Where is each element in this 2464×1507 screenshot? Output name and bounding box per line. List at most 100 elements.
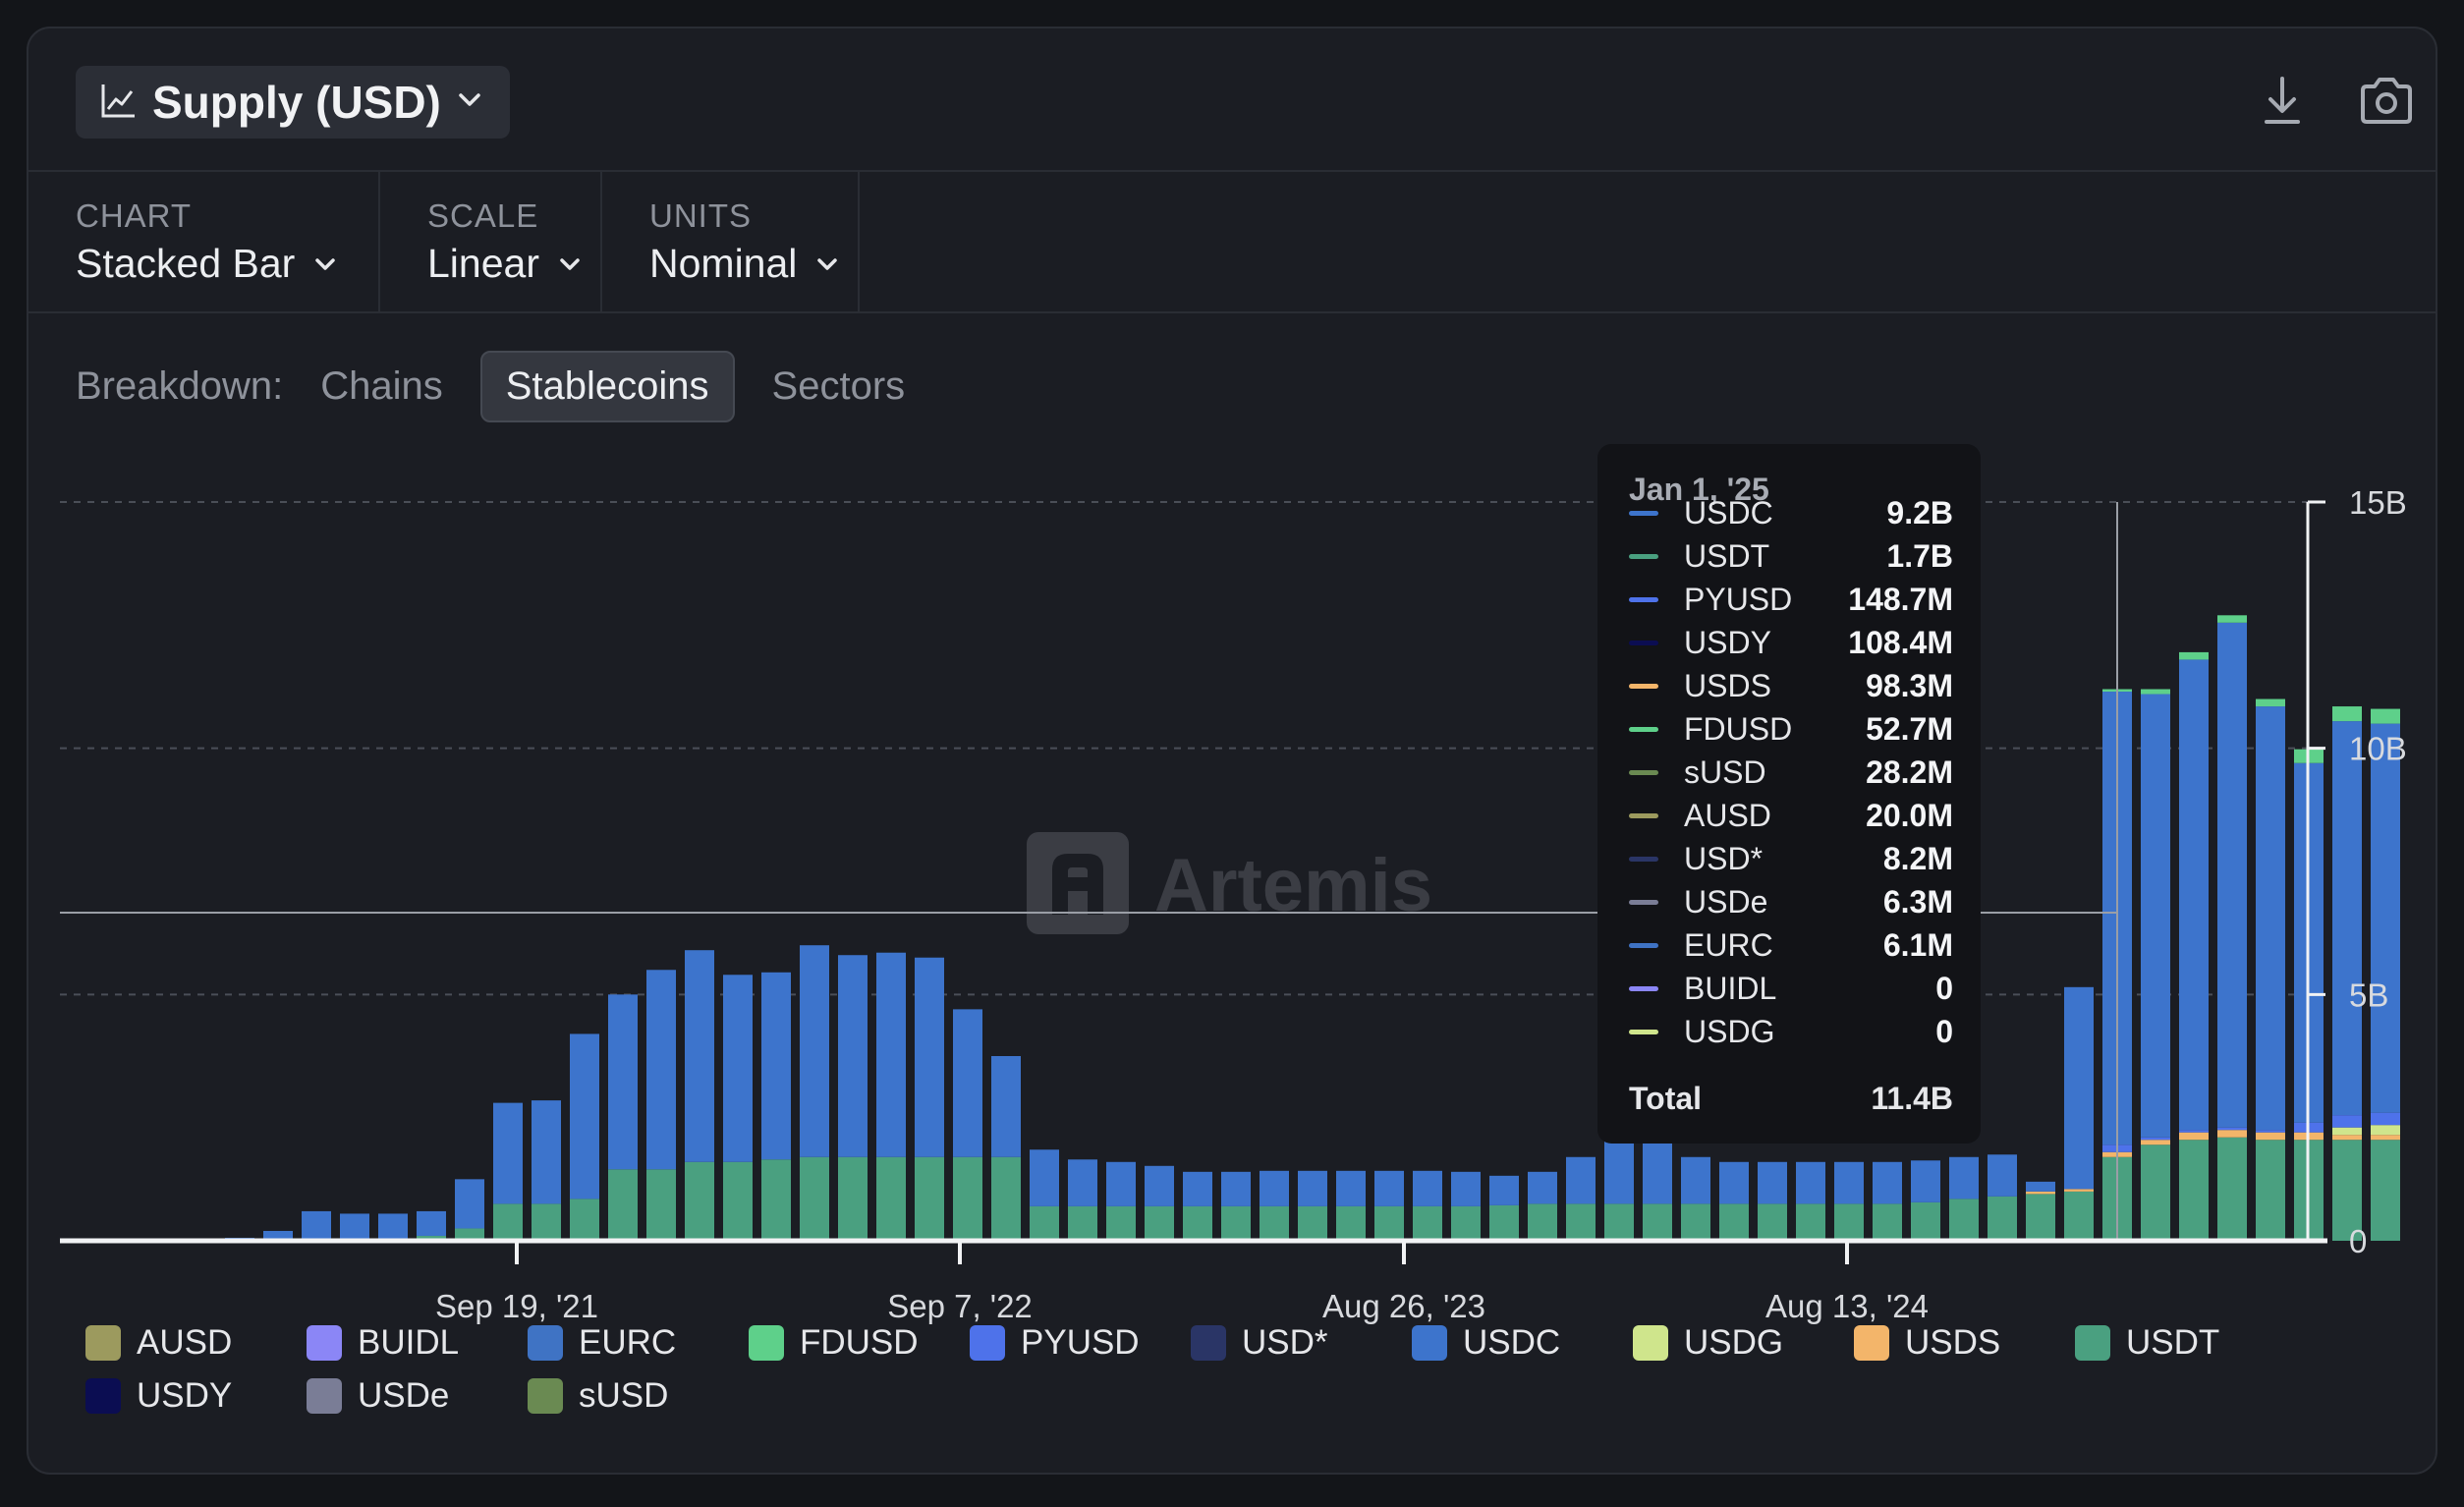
bar-segment [1374,1170,1404,1206]
x-tick-label: Sep 19, '21 [435,1288,598,1324]
bar-segment [2179,1132,2209,1141]
bar-segment [1260,1170,1289,1206]
legend-label: USDG [1684,1323,1784,1362]
bar-segment [991,1056,1021,1157]
legend-label: USDS [1905,1323,2001,1362]
bar-segment [1374,1205,1404,1241]
bar-segment [2141,689,2170,695]
bar-segment [1528,1203,1557,1241]
tooltip-series-name: USDe [1684,883,1768,920]
chart-type-value: Stacked Bar [76,241,296,286]
legend-item[interactable]: USDT [2075,1323,2219,1363]
bar-segment [532,1100,561,1204]
tooltip-row: USDe 6.3M [1629,880,1953,923]
tooltip-row: sUSD 28.2M [1629,751,1953,794]
tooltip-row: USDT 1.7B [1629,534,1953,578]
legend-swatch [85,1325,121,1361]
bar-segment [302,1210,331,1239]
bar-segment [2371,1125,2400,1136]
tooltip-series-name: USDS [1684,667,1771,703]
bar-segment [685,950,714,1162]
bar-segment [2217,1137,2247,1241]
scale-control[interactable]: SCALE Linear [380,172,602,311]
bar-segment [1604,1140,1634,1204]
bar-segment [570,1033,599,1200]
tab-chains[interactable]: Chains [320,364,443,409]
tooltip-series-name: USD* [1684,840,1764,876]
bar-segment [2371,723,2400,1113]
legend-swatch [1412,1325,1447,1361]
metric-selector-button[interactable]: Supply (USD) [76,66,510,139]
x-tick-label: Sep 7, '22 [887,1288,1033,1324]
bar-segment [1681,1156,1710,1204]
y-tick-label: 5B [2349,977,2388,1013]
legend-swatch [1633,1325,1668,1361]
bar-segment [2332,1135,2362,1141]
tooltip-series-value: 0 [1935,970,1953,1006]
legend-item[interactable]: PYUSD [970,1323,1140,1363]
bar-segment [838,955,868,1157]
bar-segment [2141,1137,2170,1141]
series-color-swatch [1629,596,1658,602]
bar-segment [2026,1194,2055,1241]
legend-swatch [749,1325,784,1361]
stacked-bar-chart: 0 5B 10B 15B Sep 19, '21 Sep 7, '22 Aug 26, '2… [60,484,2407,1324]
bar-segment [646,970,676,1170]
units-label: UNITS [649,197,752,234]
y-tick-label: 10B [2349,731,2407,767]
legend-item[interactable]: USDS [1854,1323,2000,1363]
legend-item[interactable]: USDG [1633,1323,1783,1363]
bar-segment [2256,706,2285,1131]
bar-segment [1260,1205,1289,1241]
tooltip-series-value: 20.0M [1866,797,1953,833]
bar-segment [417,1210,446,1236]
units-control[interactable]: UNITS Nominal [602,172,860,311]
screenshot-button[interactable] [2355,72,2418,135]
tooltip-total: Total 11.4B [1629,1081,1953,1117]
tooltip-row: USDY 108.4M [1629,621,1953,664]
bar-segment [1566,1203,1596,1241]
legend-item[interactable]: EURC [528,1323,676,1363]
legend-item[interactable]: sUSD [528,1376,668,1416]
bar-segment [340,1213,369,1239]
bar-segment [1413,1205,1442,1241]
breakdown-label: Breakdown: [76,363,284,408]
legend-item[interactable]: BUIDL [307,1323,459,1363]
series-color-swatch [1629,769,1658,775]
legend-item[interactable]: USDC [1412,1323,1560,1363]
legend-item[interactable]: FDUSD [749,1323,919,1363]
tooltip-row: USDG 0 [1629,1010,1953,1053]
chart-card: Supply (USD) CHART Stacked Bar SCALE Lin… [27,27,2437,1475]
tab-stablecoins[interactable]: Stablecoins [479,350,735,422]
bar-segment [1834,1203,1864,1241]
bar-segment [646,1169,676,1241]
tooltip-series-name: EURC [1684,926,1773,963]
legend-label: USDY [137,1376,233,1415]
tab-sectors[interactable]: Sectors [772,364,906,409]
series-color-swatch [1629,683,1658,689]
chart-type-control[interactable]: CHART Stacked Bar [28,172,380,311]
tooltip-row: FDUSD 52.7M [1629,707,1953,751]
tooltip-series-value: 148.7M [1848,581,1953,617]
legend-item[interactable]: USDe [307,1376,449,1416]
tooltip-series-value: 52.7M [1866,710,1953,747]
bar-segment [2064,986,2094,1190]
bar-segment [1911,1201,1940,1241]
download-button[interactable] [2251,72,2314,135]
series-color-swatch [1629,985,1658,991]
bar-segment [2217,622,2247,1128]
bar-segment [1298,1170,1327,1206]
breakdown-selector: Breakdown: Chains Stablecoins Sectors [76,350,906,422]
legend-label: BUIDL [358,1323,460,1362]
legend-item[interactable]: USD* [1191,1323,1328,1363]
legend-item[interactable]: USDY [85,1376,232,1416]
bar-segment [1681,1203,1710,1241]
bar-segment [1873,1161,1902,1204]
bar-segment [493,1102,523,1204]
legend-item[interactable]: AUSD [85,1323,232,1363]
legend-label: FDUSD [800,1323,919,1362]
bar-segment [2256,1130,2285,1133]
bar-segment [1796,1203,1825,1241]
legend-label: USDe [358,1376,450,1415]
bar-segment [2332,1115,2362,1128]
